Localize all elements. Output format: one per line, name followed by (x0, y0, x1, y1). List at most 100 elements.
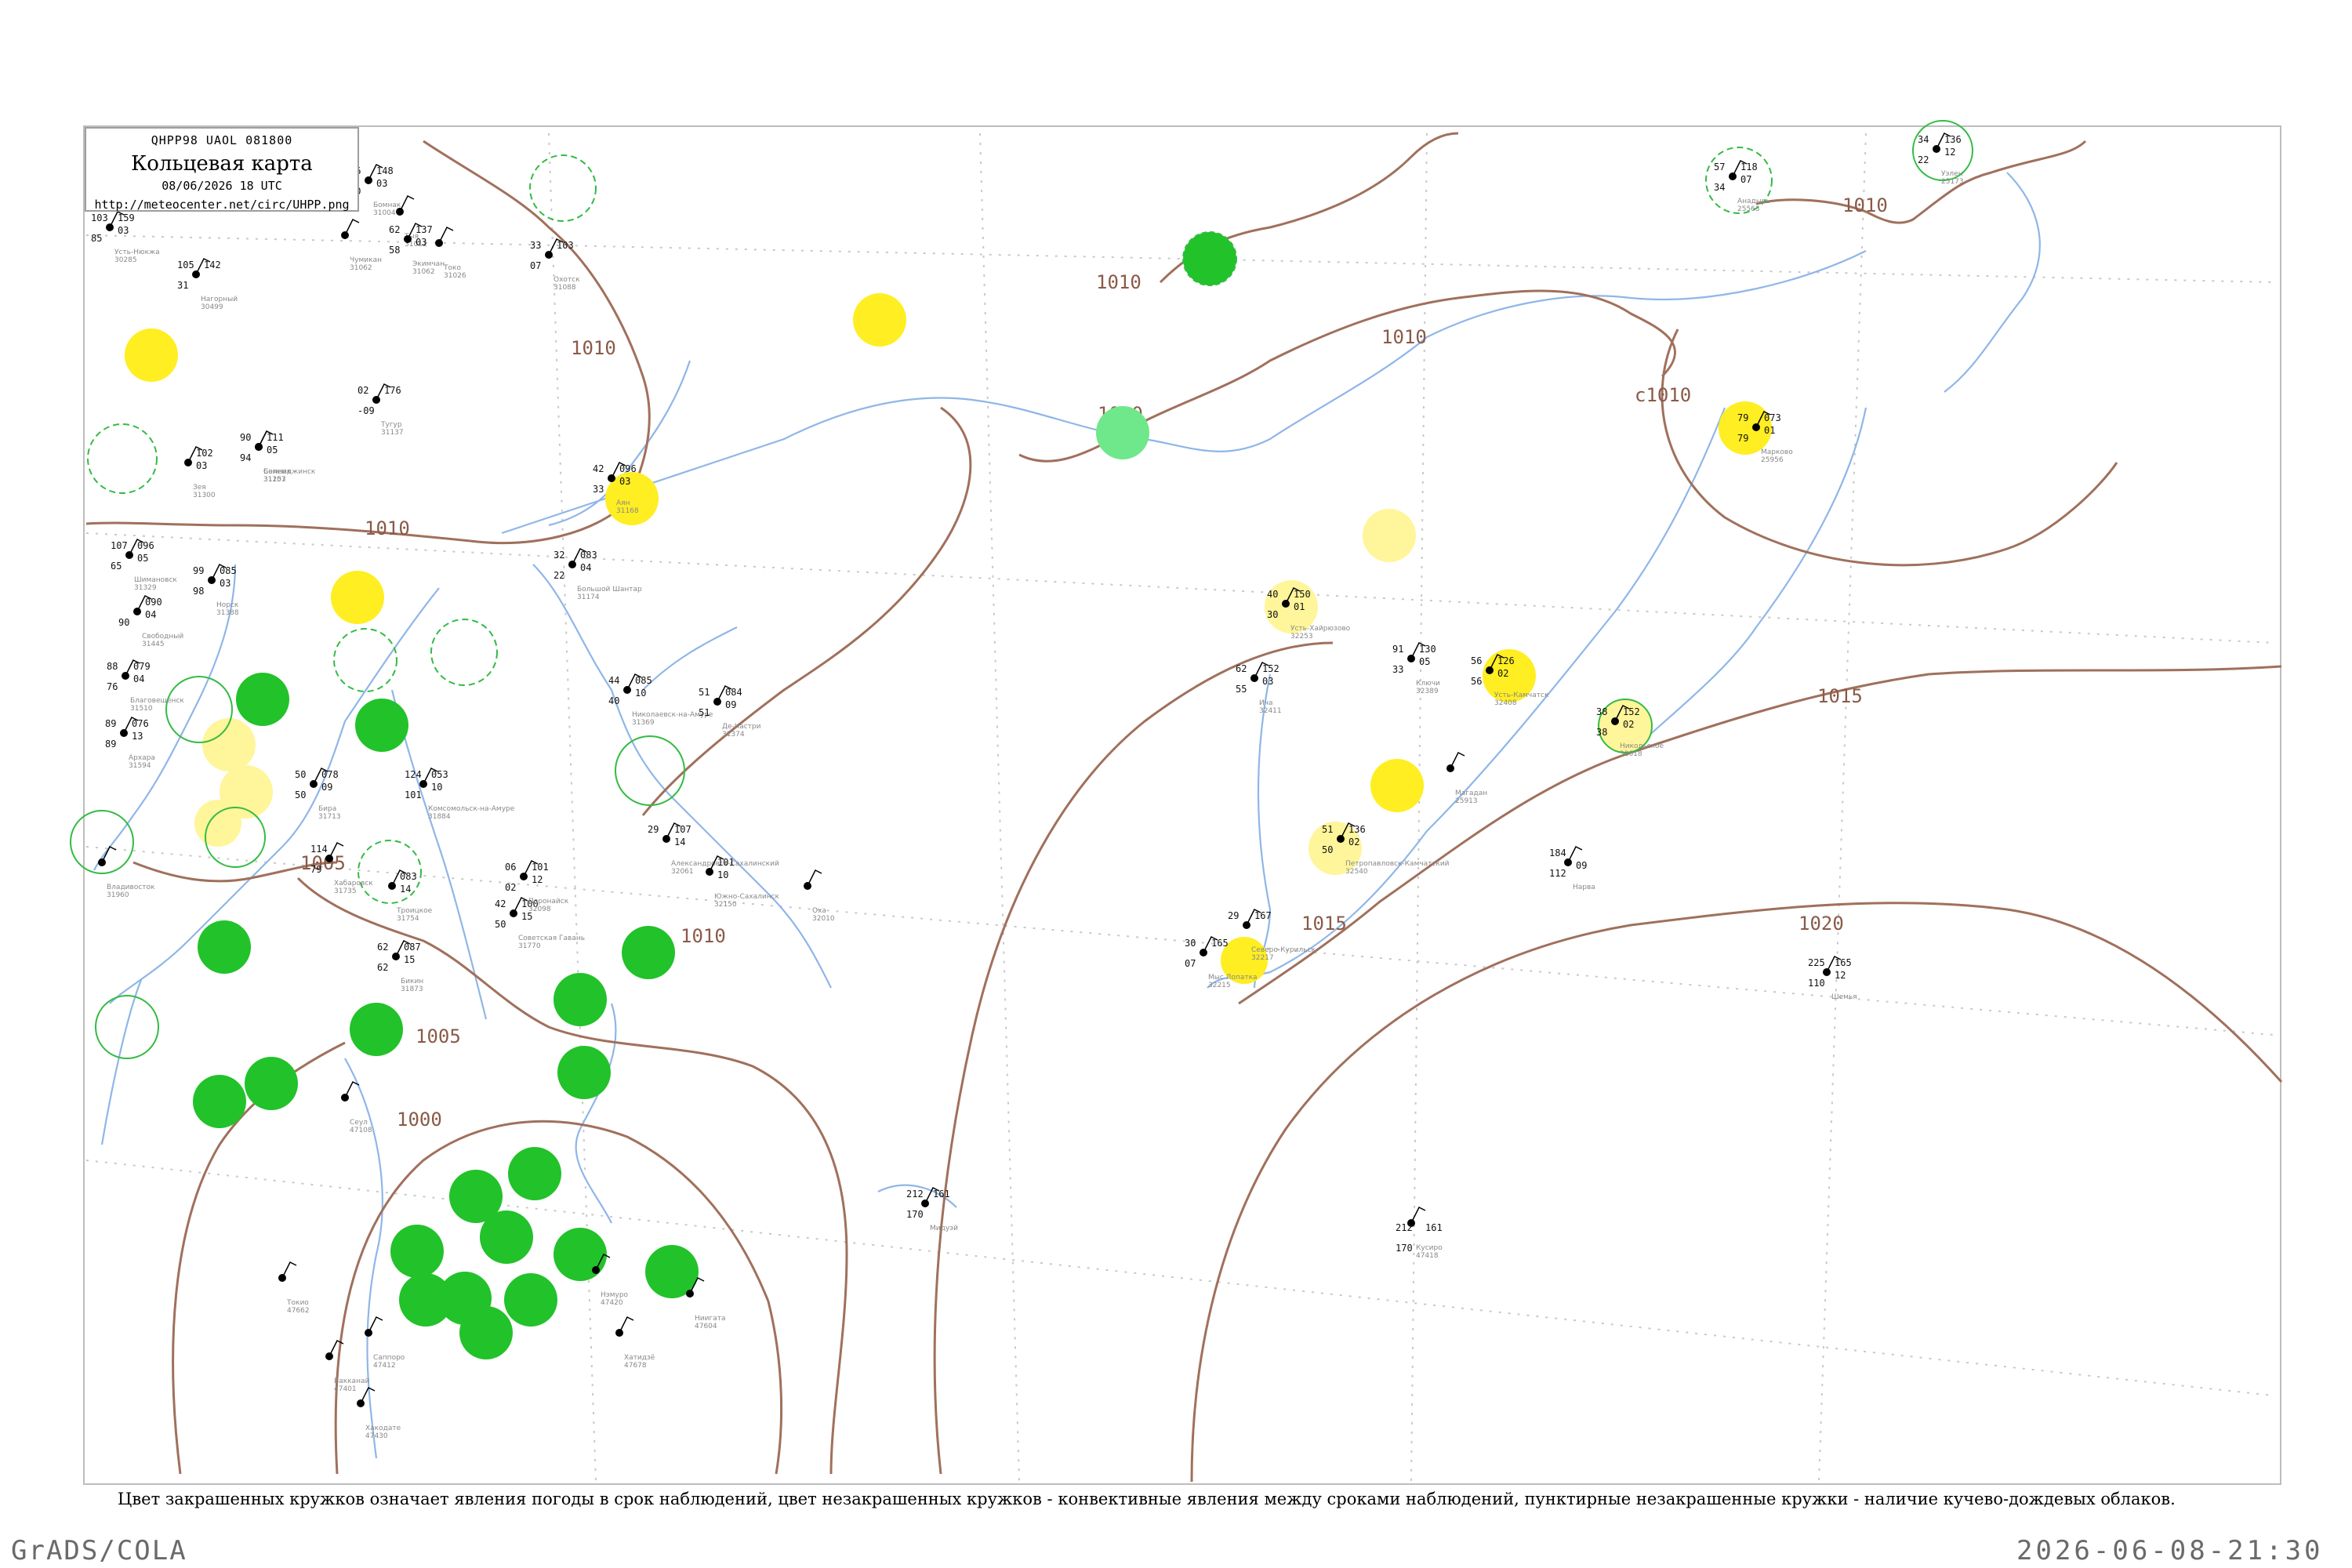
station-index: 31369 (632, 719, 655, 727)
station-index: 31594 (129, 762, 151, 770)
station-plot: 88 76 07904 Благовещенск31510 (107, 659, 184, 713)
station-dewpoint: 07 (1185, 958, 1196, 969)
station-index: 31713 (318, 813, 341, 821)
station-pressure: 136 (1348, 824, 1366, 835)
station-temperature: 51 (1322, 824, 1333, 835)
station-plot: 107 65 096 05 Шимановск31329 (111, 538, 177, 592)
station-plot: 105 31 142 Нагорный30499 (177, 257, 238, 311)
station-pressure-tendency: 09 (725, 699, 736, 710)
station-dewpoint: -09 (358, 405, 375, 416)
station-dewpoint: 62 (377, 962, 388, 973)
station-pressure: 150 (1294, 589, 1311, 600)
station-plot: Чумикан31062 (341, 218, 382, 272)
station-index: 31174 (577, 593, 600, 601)
station-pressure-tendency: 09 (1576, 860, 1587, 871)
station-name: Магадан (1455, 789, 1487, 797)
station-pressure: 165 (1211, 938, 1229, 949)
weather-circle-green (459, 1306, 513, 1359)
station-index: 47108 (350, 1127, 372, 1134)
svg-text:212: 212 (1396, 1222, 1413, 1233)
station-plot: Селемджинск31207 (255, 430, 316, 484)
station-name: Чумикан (350, 256, 382, 264)
station-dewpoint: 76 (107, 681, 118, 692)
station-name: Никольское (1620, 742, 1664, 750)
station-temperature: 40 (1267, 589, 1278, 600)
station-plot: 29 10714Александровск-Сахалинский32061 (648, 822, 779, 876)
station-name: Тугур (380, 421, 402, 429)
station-dewpoint: 110 (1808, 978, 1825, 989)
station-pressure-tendency: 02 (1623, 719, 1634, 730)
station-temperature: 57 (1714, 162, 1725, 172)
weather-circle-green (554, 1228, 607, 1281)
weather-circle-dashed (165, 676, 233, 743)
station-index: 32061 (671, 868, 694, 876)
weather-circle-green (390, 1225, 444, 1278)
station-name: Де-Кастри (722, 723, 761, 731)
station-temperature: 42 (495, 898, 506, 909)
station-index: 31510 (130, 705, 153, 713)
svg-text:161: 161 (1425, 1222, 1443, 1233)
weather-circle-green (554, 973, 607, 1026)
station-index: 32010 (812, 915, 835, 923)
isobar-labels: 1010 1010 1010 1010 1010 1010 1010 c1010… (300, 194, 1888, 1131)
station-index: 31026 (444, 272, 466, 280)
weather-circle-green (622, 926, 675, 979)
station-pressure-tendency: 07 (1740, 174, 1751, 185)
map-datetime: 08/06/2026 18 UTC (162, 179, 282, 193)
station-temperature: 44 (608, 675, 619, 686)
weather-circle-green (480, 1210, 533, 1264)
station-pressure-tendency: 05 (137, 553, 148, 564)
weather-circle-dashed (87, 423, 158, 494)
station-name: Благовещенск (130, 697, 184, 705)
station-dewpoint: 90 (118, 617, 129, 628)
station-dewpoint: 22 (554, 570, 564, 581)
bulletin-code: QHPP98 UAOL 081800 (151, 133, 293, 147)
station-index: 31960 (107, 891, 129, 899)
station-index: 31062 (412, 268, 435, 276)
station-pressure-tendency: 01 (1294, 601, 1305, 612)
station-pressure-tendency: 03 (196, 460, 207, 471)
weather-circle-green (504, 1273, 557, 1327)
station-name: Поронайск (528, 898, 569, 906)
weather-circle-yellow (125, 328, 178, 382)
generation-timestamp: 2026-06-08-21:30 (2016, 1535, 2324, 1566)
station-index: 25563 (1737, 205, 1760, 213)
station-index: 31062 (350, 264, 372, 272)
station-temperature: 114 (310, 844, 328, 855)
station-name: Хатидзё (624, 1354, 655, 1362)
weather-circle-green (245, 1057, 298, 1110)
station-pressure-tendency: 04 (133, 673, 144, 684)
station-pressure: 079 (133, 661, 151, 672)
station-plot: 444008510Николаевск-на-Амуре31369 (608, 673, 713, 727)
station-pressure-tendency: 12 (1944, 147, 1955, 158)
station-dewpoint: 50 (495, 919, 506, 930)
map-url[interactable]: http://meteocenter.net/circ/UHPP.png (86, 198, 358, 212)
station-name: Усть-Хайрюзово (1290, 625, 1351, 633)
station-temperature: 103 (91, 212, 108, 223)
station-temperature: 89 (105, 718, 116, 729)
station-name: Архара (129, 754, 155, 762)
station-pressure: 101 (532, 862, 549, 873)
station-name: Хабаровск (334, 880, 373, 887)
weather-circle-green (236, 673, 289, 726)
station-pressure: 159 (118, 212, 135, 223)
station-dewpoint: 31 (177, 280, 188, 291)
station-dewpoint: 85 (91, 233, 102, 244)
station-plot: 90 09004 Свободный31445 (118, 594, 183, 648)
weather-circle-green (193, 1075, 246, 1128)
station-pressure-tendency: 01 (1764, 425, 1775, 436)
station-pressure: 101 (717, 857, 735, 868)
station-name: Бомнак (373, 201, 401, 209)
station-pressure-tendency: 09 (321, 782, 332, 793)
weather-circle-light-yellow (202, 718, 256, 771)
station-temperature: 33 (530, 240, 541, 251)
station-name: Южно-Сахалинск (714, 893, 780, 901)
station-temperature: 225 (1808, 957, 1825, 968)
isobar-label: 1010 (1842, 194, 1888, 216)
station-name: Советская Гавань (518, 935, 585, 942)
station-index: 47418 (1416, 1252, 1439, 1260)
station-temperature: 06 (505, 862, 516, 873)
weather-circle-green (198, 920, 251, 974)
station-index: 25913 (1455, 797, 1478, 805)
station-name: Мидуэй (930, 1225, 958, 1232)
